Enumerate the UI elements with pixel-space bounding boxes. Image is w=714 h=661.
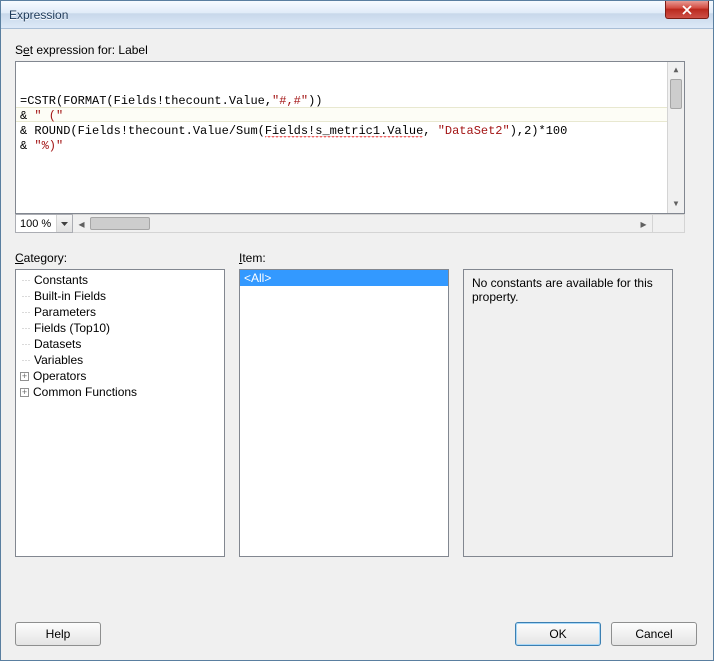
- expression-editor-wrap: =CSTR(FORMAT(Fields!thecount.Value,"#,#"…: [15, 61, 685, 233]
- tree-item[interactable]: ⋯Built-in Fields: [18, 288, 222, 304]
- tree-item[interactable]: ⋯Fields (Top10): [18, 320, 222, 336]
- help-button[interactable]: Help: [15, 622, 101, 646]
- expand-icon[interactable]: +: [20, 388, 29, 397]
- scroll-right-arrow-icon[interactable]: ▸: [635, 215, 652, 232]
- tree-item[interactable]: ⋯Datasets: [18, 336, 222, 352]
- tree-item[interactable]: +Operators: [18, 368, 222, 384]
- item-column: Item: <All>: [239, 251, 449, 557]
- item-label: Item:: [239, 251, 449, 265]
- editor-horizontal-scrollbar[interactable]: ◂ ▸: [73, 214, 653, 233]
- scroll-down-arrow-icon[interactable]: ▾: [668, 196, 684, 213]
- tree-item[interactable]: ⋯Parameters: [18, 304, 222, 320]
- titlebar[interactable]: Expression: [1, 1, 713, 29]
- scroll-left-arrow-icon[interactable]: ◂: [73, 215, 90, 232]
- scroll-corner: [653, 214, 685, 233]
- close-icon: [682, 5, 692, 15]
- scroll-thumb[interactable]: [90, 217, 150, 230]
- tree-leaf-icon: ⋯: [20, 275, 32, 286]
- tree-leaf-icon: ⋯: [20, 339, 32, 350]
- cancel-button[interactable]: Cancel: [611, 622, 697, 646]
- ok-button[interactable]: OK: [515, 622, 601, 646]
- editor-footer: 100 % ◂ ▸: [15, 214, 685, 233]
- tree-item-label: Operators: [31, 369, 86, 383]
- category-label: Category:: [15, 251, 225, 265]
- lower-panels: Category: ⋯Constants⋯Built-in Fields⋯Par…: [15, 251, 699, 557]
- set-expression-label: Set expression for: Label: [15, 43, 699, 57]
- chevron-down-icon: [61, 222, 68, 226]
- item-list-selected[interactable]: <All>: [240, 270, 448, 286]
- scroll-up-arrow-icon[interactable]: ▴: [668, 62, 684, 79]
- dialog-content: Set expression for: Label =CSTR(FORMAT(F…: [1, 29, 713, 660]
- tree-leaf-icon: ⋯: [20, 291, 32, 302]
- button-row: Help OK Cancel: [15, 622, 697, 646]
- tree-item-label: Variables: [32, 353, 83, 367]
- tree-item-label: Constants: [32, 273, 88, 287]
- description-label-spacer: [463, 251, 673, 265]
- description-text: No constants are available for this prop…: [472, 276, 653, 304]
- tree-item-label: Datasets: [32, 337, 81, 351]
- description-box: No constants are available for this prop…: [463, 269, 673, 557]
- close-button[interactable]: [665, 1, 709, 19]
- window-title: Expression: [9, 8, 68, 22]
- zoom-dropdown-button[interactable]: [56, 215, 72, 232]
- tree-item-label: Fields (Top10): [32, 321, 110, 335]
- tree-item-label: Common Functions: [31, 385, 137, 399]
- scroll-track[interactable]: [90, 215, 635, 232]
- zoom-combo[interactable]: 100 %: [15, 214, 73, 233]
- expression-dialog: Expression Set expression for: Label =CS…: [0, 0, 714, 661]
- category-column: Category: ⋯Constants⋯Built-in Fields⋯Par…: [15, 251, 225, 557]
- category-tree[interactable]: ⋯Constants⋯Built-in Fields⋯Parameters⋯Fi…: [15, 269, 225, 557]
- expand-icon[interactable]: +: [20, 372, 29, 381]
- tree-item-label: Parameters: [32, 305, 96, 319]
- zoom-value: 100 %: [20, 218, 51, 230]
- tree-item[interactable]: ⋯Constants: [18, 272, 222, 288]
- description-column: No constants are available for this prop…: [463, 251, 673, 557]
- item-list[interactable]: <All>: [239, 269, 449, 557]
- expression-editor[interactable]: =CSTR(FORMAT(Fields!thecount.Value,"#,#"…: [15, 61, 685, 214]
- tree-item[interactable]: +Common Functions: [18, 384, 222, 400]
- tree-leaf-icon: ⋯: [20, 355, 32, 366]
- tree-item[interactable]: ⋯Variables: [18, 352, 222, 368]
- tree-leaf-icon: ⋯: [20, 307, 32, 318]
- tree-item-label: Built-in Fields: [32, 289, 106, 303]
- tree-leaf-icon: ⋯: [20, 323, 32, 334]
